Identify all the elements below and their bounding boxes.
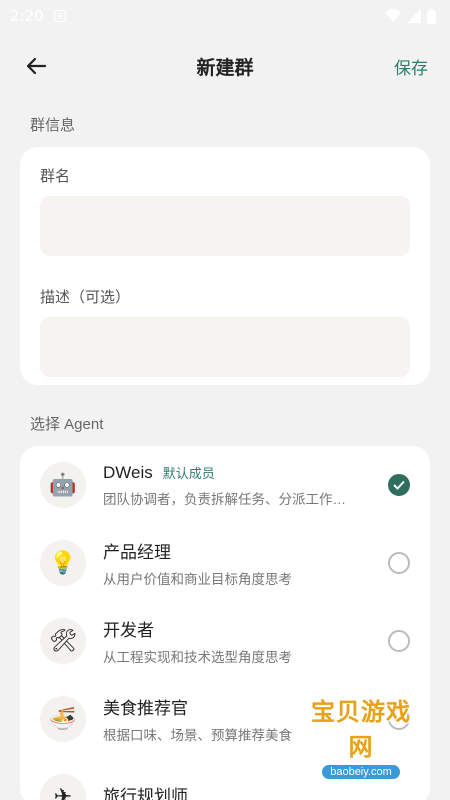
group-info-card: 群名 描述（可选） [20,147,430,385]
group-desc-label: 描述（可选） [40,289,131,306]
agent-name: 开发者 [103,621,154,640]
watermark-url: baobeiy.com [322,765,400,779]
group-name-input[interactable] [40,196,410,256]
notification-a-icon: A [53,10,66,22]
lightbulb-icon: 💡 [40,540,86,586]
back-arrow-icon [26,57,47,75]
status-bar: 2:20 A [0,0,450,32]
agent-desc: 团队协调者，负责拆解任务、分派工作… [103,491,346,507]
back-button[interactable] [22,52,50,80]
watermark-logo: 宝贝游戏网 baobeiy.com [302,692,420,780]
agent-desc: 从用户价值和商业目标角度思考 [103,572,292,587]
agent-radio[interactable] [388,552,410,574]
wifi-icon [385,9,401,22]
agent-section-label: 选择 Agent [30,416,104,433]
agent-desc: 从工程实现和技术选型角度思考 [103,650,292,665]
agent-name: DWeis [103,462,153,482]
agent-row-product-manager[interactable]: 💡 产品经理 从用户价值和商业目标角度思考 [40,524,410,602]
watermark-text: 宝贝游戏网 [311,699,411,761]
checkmark-icon [393,480,405,490]
status-time: 2:20 [10,7,44,25]
airplane-icon: ✈ [40,774,86,800]
signal-icon [407,9,421,23]
save-button[interactable]: 保存 [394,54,428,79]
agent-row-dweis[interactable]: 🤖 DWeis 默认成员 团队协调者，负责拆解任务、分派工作… [40,446,410,524]
agent-name: 旅行规划师 [103,787,188,800]
noodles-icon: 🍜 [40,696,86,742]
robot-icon: 🤖 [40,462,86,508]
battery-icon [427,8,436,24]
group-name-label: 群名 [40,168,71,185]
agent-name: 产品经理 [103,543,171,562]
agent-name: 美食推荐官 [103,699,188,718]
group-info-section-label: 群信息 [30,117,76,134]
group-desc-input[interactable] [40,317,410,377]
agent-checkbox-checked[interactable] [388,474,410,496]
agent-radio[interactable] [388,630,410,652]
agent-row-developer[interactable]: 🛠 开发者 从工程实现和技术选型角度思考 [40,602,410,680]
default-member-badge: 默认成员 [162,465,215,481]
tools-icon: 🛠 [40,618,86,664]
page-title: 新建群 [196,57,254,79]
app-header: 新建群 保存 [0,32,450,100]
